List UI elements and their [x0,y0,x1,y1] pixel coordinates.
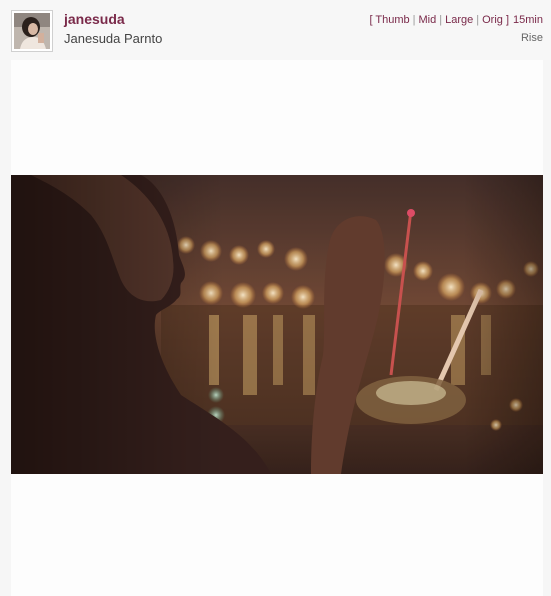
size-separator: | [476,14,480,26]
avatar[interactable] [11,10,53,52]
close-bracket: ] [505,14,509,26]
image-size-links: [ Thumb | Mid | Large | Orig ] [369,14,509,26]
username-link[interactable]: janesuda [64,11,125,27]
post-photo[interactable] [11,175,543,474]
size-thumb-link[interactable]: Thumb [375,14,409,26]
size-large-link[interactable]: Large [445,14,473,26]
time-ago: 15min [513,14,543,26]
size-separator: | [412,14,416,26]
filter-name: Rise [520,32,543,44]
size-separator: | [439,14,443,26]
night-river-photo [11,175,543,474]
avatar-photo [14,13,50,49]
full-name: Janesuda Parnto [64,31,163,46]
post-header: janesuda Janesuda Parnto [ Thumb | Mid | Lar… [0,0,551,60]
open-bracket: [ [369,14,373,26]
size-mid-link[interactable]: Mid [419,14,437,26]
size-orig-link[interactable]: Orig [482,14,503,26]
